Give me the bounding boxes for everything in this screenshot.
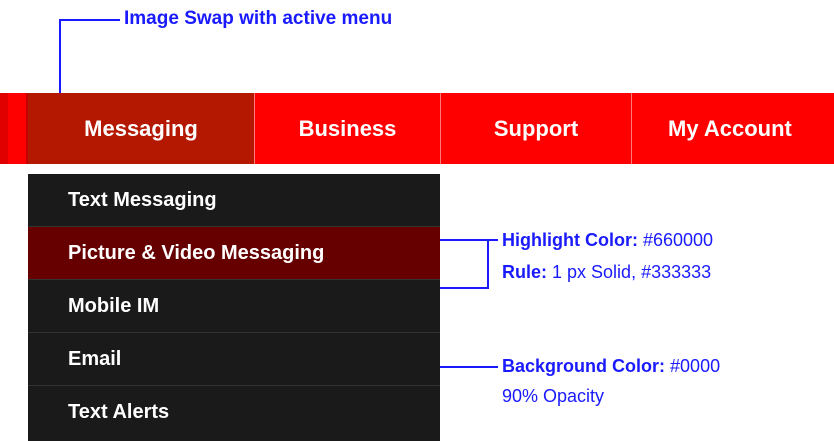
background-color-value: #0000: [670, 356, 721, 376]
submenu-item-email[interactable]: Email: [28, 333, 440, 386]
rule-label: Rule:: [502, 262, 547, 282]
dropdown-submenu: Text Messaging Picture & Video Messaging…: [28, 174, 440, 441]
background-color-label: Background Color:: [502, 356, 666, 376]
nav-bar: Messaging Business Support My Account: [0, 93, 834, 164]
highlight-color-value: #660000: [642, 230, 714, 250]
title-annotation: Image Swap with active menu: [124, 8, 393, 29]
rule-annotation: Rule: 1 px Solid, #333333: [502, 262, 711, 283]
nav-left-edge: [0, 93, 8, 164]
background-color-annotation: Background Color: #0000: [502, 356, 720, 377]
nav-item-support[interactable]: Support: [441, 93, 631, 164]
submenu-item-text-alerts[interactable]: Text Alerts: [28, 386, 440, 439]
nav-item-messaging[interactable]: Messaging: [28, 93, 254, 164]
nav-item-my-account[interactable]: My Account: [632, 93, 834, 164]
highlight-color-label: Highlight Color:: [502, 230, 638, 250]
rule-value: 1 px Solid, #333333: [552, 262, 712, 282]
submenu-item-picture-video-messaging[interactable]: Picture & Video Messaging: [28, 227, 440, 280]
submenu-item-mobile-im[interactable]: Mobile IM: [28, 280, 440, 333]
highlight-color-annotation: Highlight Color: #660000: [502, 230, 713, 251]
opacity-annotation: 90% Opacity: [502, 386, 605, 406]
nav-item-business[interactable]: Business: [255, 93, 440, 164]
submenu-item-text-messaging[interactable]: Text Messaging: [28, 174, 440, 227]
